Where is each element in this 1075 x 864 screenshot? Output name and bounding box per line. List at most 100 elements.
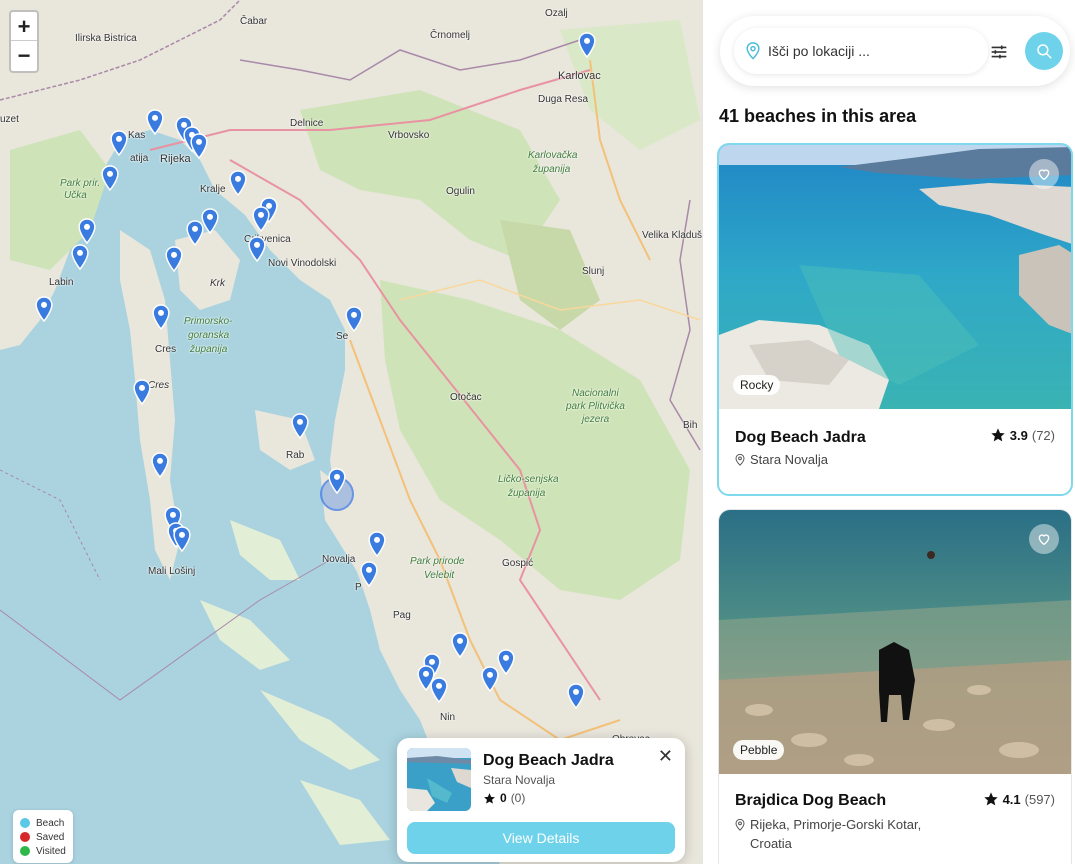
map-pin-icon[interactable] [567, 683, 585, 709]
map-label: park Plitvička [566, 401, 625, 412]
map-pin-icon[interactable] [430, 677, 448, 703]
map-pin-icon[interactable] [578, 32, 596, 58]
map-label: uzet [0, 114, 19, 125]
location-text: Rijeka, Primorje-Gorski Kotar, Croatia [750, 817, 922, 851]
beach-card[interactable]: Rocky Dog Beach Jadra 3.9 (72) Stara Nov… [717, 143, 1073, 496]
map-label: Cres [148, 380, 170, 391]
beach-card-location: Stara Novalja [735, 450, 828, 469]
map-label: Ilirska Bistrica [75, 33, 137, 44]
heart-icon [1038, 169, 1050, 181]
sliders-icon [991, 45, 1007, 59]
close-icon[interactable]: ✕ [658, 746, 673, 767]
popup-thumbnail [407, 748, 471, 811]
search-field[interactable] [734, 28, 988, 74]
rating-value: 3.9 [1009, 427, 1028, 443]
map-label: Velika Kladuš [642, 230, 702, 241]
map-label: Kas [128, 130, 146, 141]
beach-card-rating: 3.9 (72) [990, 427, 1055, 443]
map-label: Črnomelj [430, 30, 471, 41]
zoom-in-button[interactable]: + [11, 12, 37, 41]
map-label: Delnice [290, 118, 324, 129]
map-pin-icon[interactable] [291, 413, 309, 439]
view-details-button[interactable]: View Details [407, 822, 675, 854]
search-button[interactable] [1025, 32, 1063, 70]
map-label: Učka [64, 190, 87, 201]
popup-location: Stara Novalja [483, 773, 556, 787]
map-pin-icon[interactable] [133, 379, 151, 405]
map-pin-icon[interactable] [146, 109, 164, 135]
beach-card-rating: 4.1 (597) [983, 791, 1055, 807]
filter-button[interactable] [988, 41, 1010, 63]
map-pin-icon[interactable] [78, 218, 96, 244]
map-view[interactable]: Ilirska Bistrica Čabar Črnomelj Ozalj Ka… [0, 0, 702, 864]
review-count: (72) [1031, 427, 1055, 443]
map-label: Novi Vinodolski [268, 258, 337, 269]
legend-item-beach: Beach [20, 816, 67, 830]
map-pin-icon[interactable] [229, 170, 247, 196]
map-label: Ozalj [545, 8, 568, 19]
location-pin-icon [735, 819, 745, 831]
map-label: Rijeka [160, 153, 191, 165]
map-pin-icon[interactable] [497, 649, 515, 675]
map-label: Karlovac [558, 70, 601, 82]
map-pin-icon[interactable] [186, 220, 204, 246]
beach-type-badge: Pebble [733, 740, 785, 760]
legend-label: Visited [36, 845, 66, 857]
map-pin-icon[interactable] [151, 452, 169, 478]
map-label: Rab [286, 450, 305, 461]
search-input[interactable] [768, 43, 958, 59]
star-icon [983, 792, 998, 806]
search-bar [720, 16, 1070, 86]
map-label: Primorsko- [184, 316, 233, 327]
map-legend: Beach Saved Visited [13, 810, 73, 863]
favorite-button[interactable] [1029, 159, 1059, 189]
map-label: Otočac [450, 392, 482, 403]
legend-item-saved: Saved [20, 830, 67, 844]
saved-dot-icon [20, 832, 30, 842]
zoom-out-button[interactable]: − [11, 41, 37, 70]
map-label: Duga Resa [538, 94, 589, 105]
map-pin-icon[interactable] [328, 468, 346, 494]
map-pin-icon[interactable] [71, 244, 89, 270]
beach-card[interactable]: Pebble Brajdica Dog Beach 4.1 (597) Rije… [718, 509, 1072, 864]
map-pin-icon[interactable] [368, 531, 386, 557]
map-pin-icon[interactable] [360, 561, 378, 587]
legend-label: Saved [36, 831, 65, 843]
search-icon [1037, 44, 1052, 59]
map-label: Ogulin [446, 186, 475, 197]
map-label: Pag [393, 610, 411, 621]
map-label: Bih [683, 420, 698, 431]
map-pin-icon[interactable] [165, 246, 183, 272]
map-label: Labin [49, 277, 74, 288]
visited-dot-icon [20, 846, 30, 856]
map-pin-icon[interactable] [345, 306, 363, 332]
beach-card-title: Dog Beach Jadra [735, 429, 866, 446]
map-label: Ličko-senjska [498, 474, 559, 485]
beach-card-location: Rijeka, Primorje-Gorski Kotar, Croatia [735, 815, 955, 853]
popup-review-count: (0) [510, 791, 526, 805]
star-icon [484, 792, 495, 804]
favorite-button[interactable] [1029, 524, 1059, 554]
map-pin-icon[interactable] [110, 130, 128, 156]
map-pin-icon[interactable] [152, 304, 170, 330]
map-pin-icon[interactable] [190, 133, 208, 159]
beach-card-image: Rocky [719, 145, 1071, 409]
map-label: goranska [188, 330, 230, 341]
map-pin-icon[interactable] [173, 526, 191, 552]
map-label: Krk [210, 278, 225, 289]
map-pin-icon[interactable] [252, 206, 270, 232]
map-label: Čabar [240, 16, 268, 27]
map-pin-icon[interactable] [481, 666, 499, 692]
map-pin-icon[interactable] [35, 296, 53, 322]
map-label: Se [336, 331, 349, 342]
location-pin-icon [735, 454, 745, 466]
beach-type-badge: Rocky [733, 375, 781, 395]
map-pin-icon[interactable] [248, 236, 266, 262]
popup-rating-value: 0 [500, 791, 507, 805]
heart-icon [1038, 534, 1050, 546]
map-label: Velebit [424, 570, 455, 581]
map-label: Novalja [322, 554, 356, 565]
map-label: atija [130, 153, 149, 164]
map-pin-icon[interactable] [101, 165, 119, 191]
map-pin-icon[interactable] [451, 632, 469, 658]
